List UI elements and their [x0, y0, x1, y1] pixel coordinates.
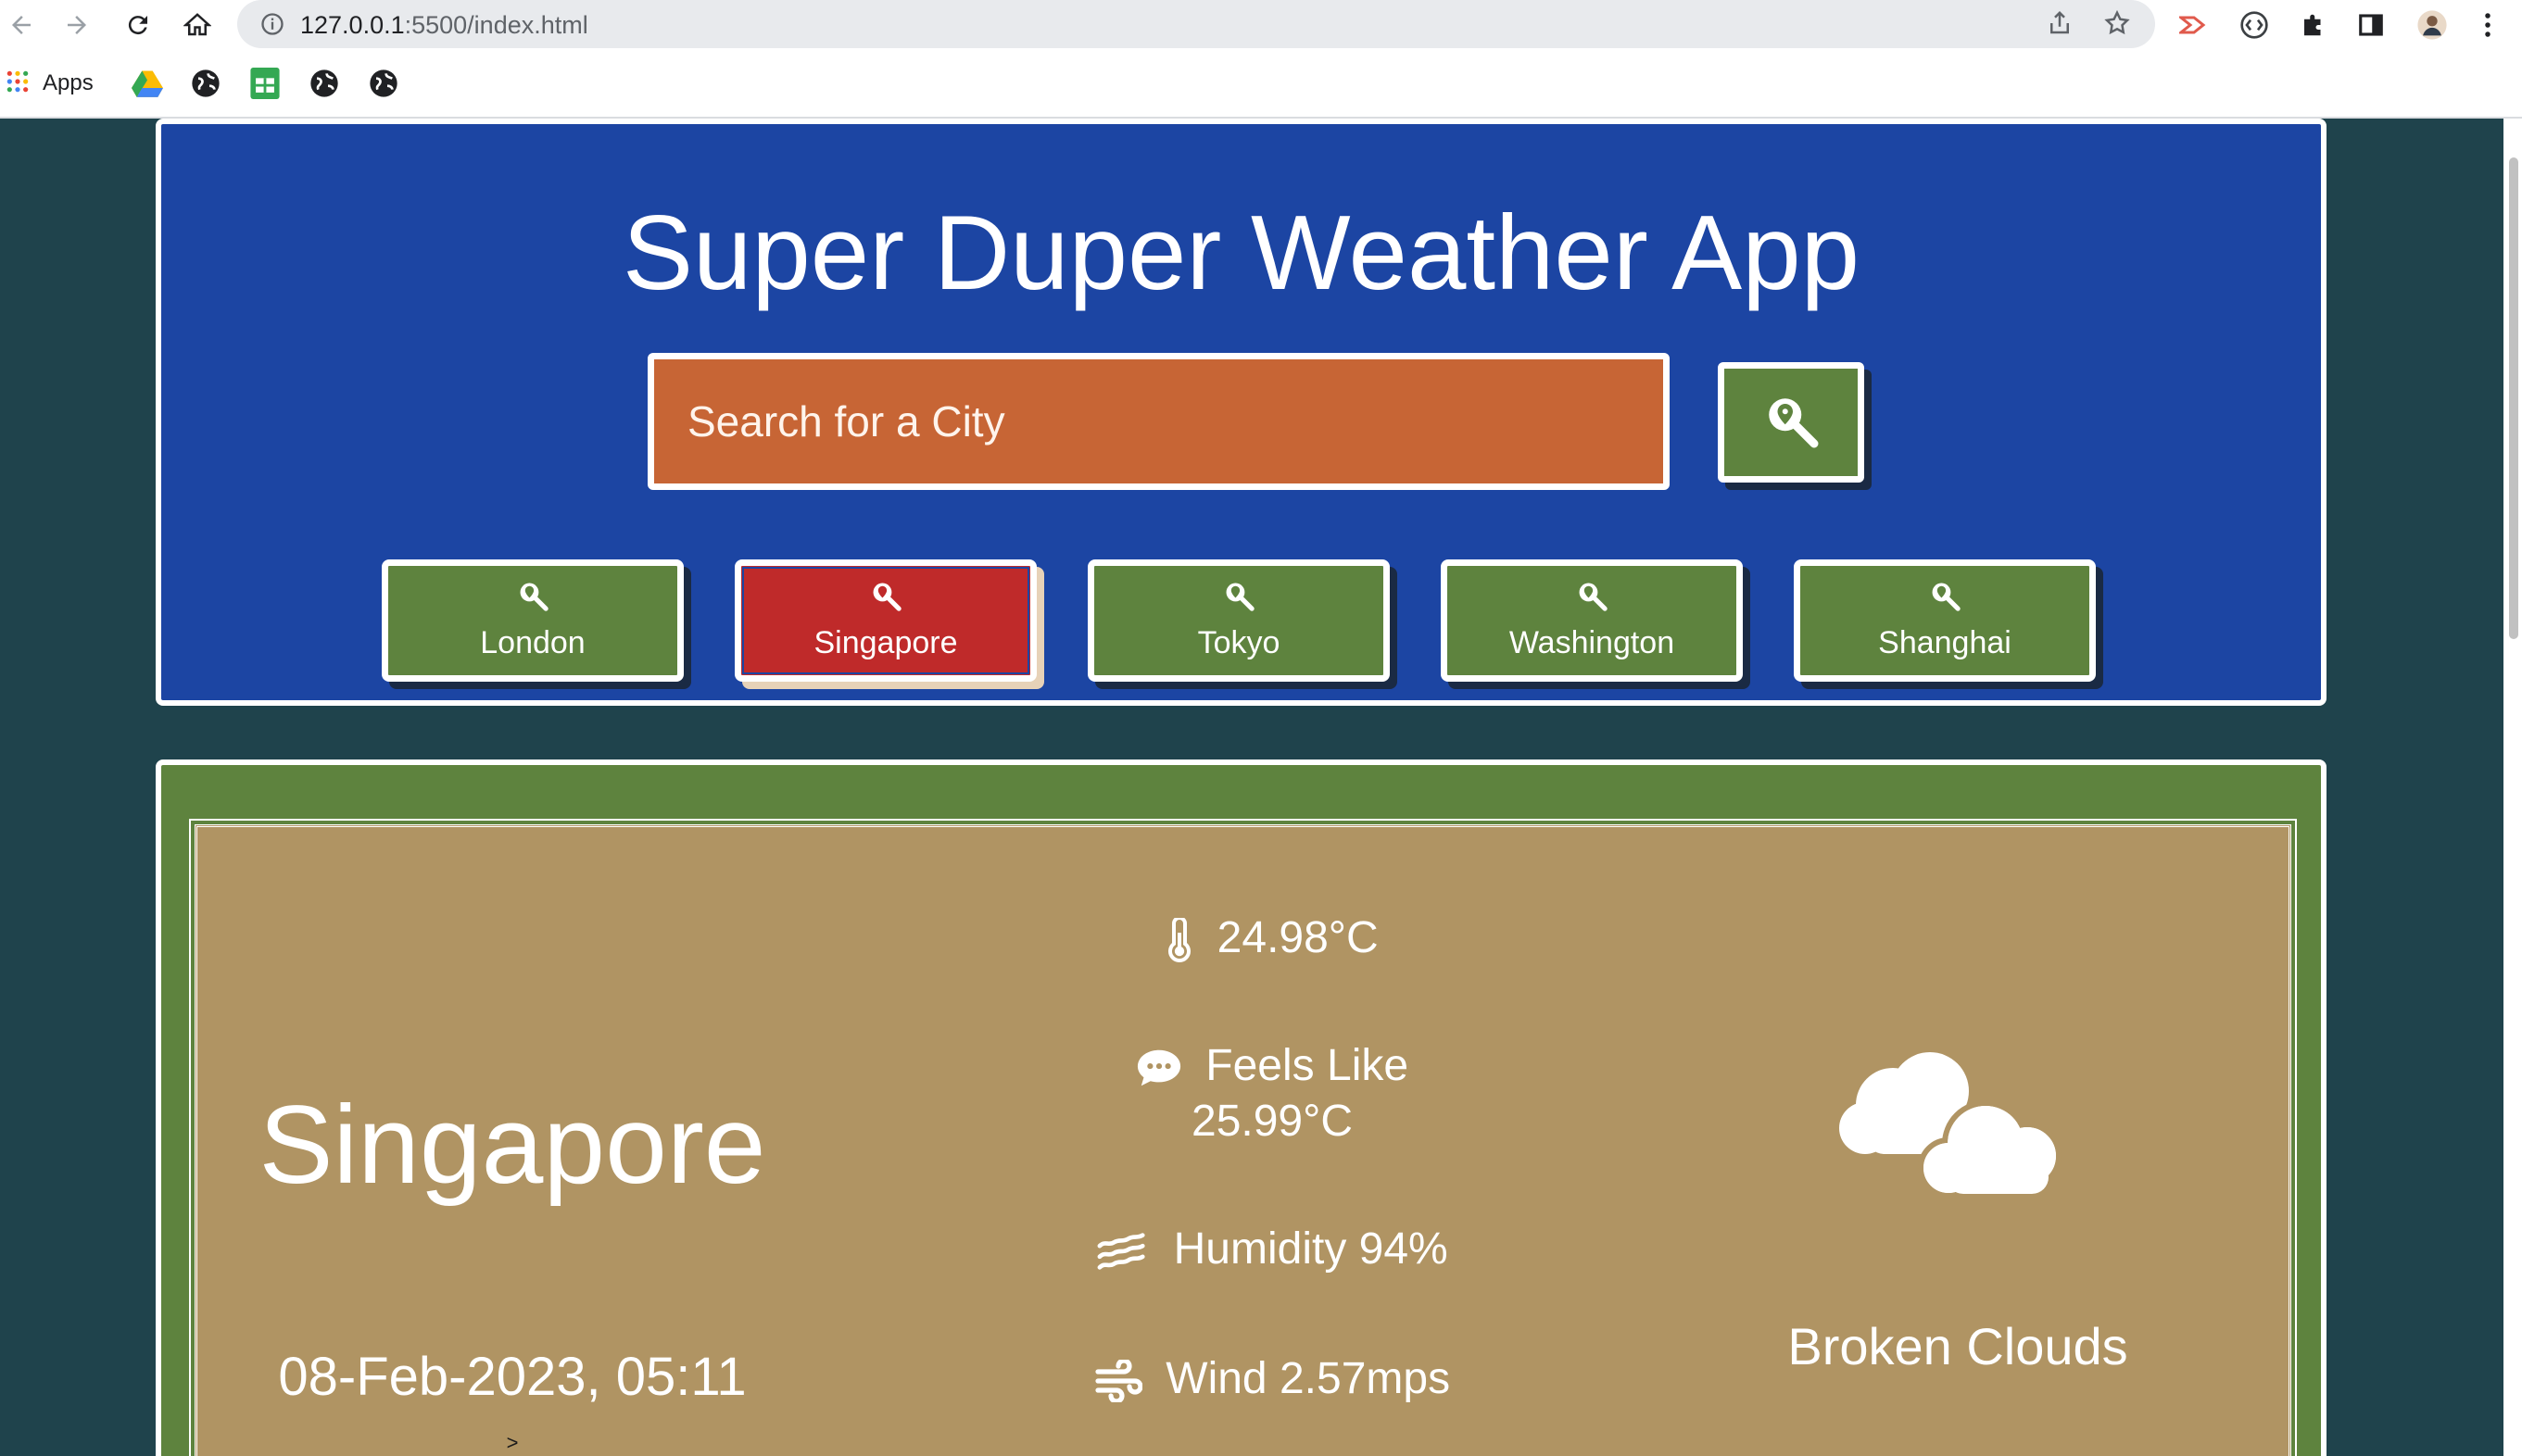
bookmark-apps[interactable]: Apps	[6, 65, 94, 102]
city-button-label: Tokyo	[1197, 625, 1280, 660]
google-drive-icon[interactable]	[132, 65, 163, 102]
city-button-shanghai[interactable]: Shanghai	[1794, 559, 2096, 682]
speech-bubble-icon	[1136, 1041, 1205, 1090]
footnote-mark: >	[506, 1431, 519, 1454]
search-location-icon	[1929, 580, 1961, 616]
city-button-label: London	[480, 625, 586, 660]
site-info-icon[interactable]	[259, 11, 285, 42]
city-search-input[interactable]	[648, 353, 1670, 490]
app-title: Super Duper Weather App	[622, 195, 1860, 312]
address-bar[interactable]: 127.0.0.1:5500/index.html	[237, 0, 2155, 48]
wind-value: Wind 2.57mps	[1166, 1354, 1451, 1403]
profile-avatar[interactable]	[2413, 6, 2452, 44]
search-button[interactable]	[1718, 362, 1864, 483]
humidity-waves-icon	[1096, 1224, 1173, 1274]
reload-icon[interactable]	[119, 6, 158, 44]
city-button-singapore[interactable]: Singapore	[735, 559, 1037, 682]
city-button-label: Shanghai	[1878, 625, 2011, 660]
apps-grid-icon	[6, 69, 30, 98]
globe-icon[interactable]	[369, 65, 398, 102]
temperature-value: 24.98°C	[1217, 913, 1379, 962]
page-scrollbar-thumb[interactable]	[2509, 157, 2518, 639]
city-button-label: Washington	[1508, 625, 1675, 660]
wind-icon	[1094, 1354, 1166, 1404]
extension-arrow-icon[interactable]	[2175, 6, 2214, 44]
humidity-value: Humidity 94%	[1173, 1224, 1448, 1274]
city-button-tokyo[interactable]: Tokyo	[1088, 559, 1390, 682]
weather-panel: Singapore 08-Feb-2023, 05:11 > 24.98°C F…	[156, 759, 2327, 1456]
city-button-london[interactable]: London	[382, 559, 684, 682]
thermometer-icon	[1166, 913, 1217, 963]
url-text: 127.0.0.1:5500/index.html	[300, 11, 588, 39]
feels-like-stat: Feels Like 25.99°C	[994, 1038, 1550, 1149]
globe-icon[interactable]	[191, 65, 221, 102]
menu-kebab-icon[interactable]	[2468, 6, 2507, 44]
date-time: 08-Feb-2023, 05:11	[278, 1347, 747, 1407]
forward-icon[interactable]	[57, 6, 96, 44]
humidity-stat: Humidity 94%	[994, 1222, 1550, 1277]
side-panel-icon[interactable]	[2352, 6, 2390, 44]
city-button-washington[interactable]: Washington	[1441, 559, 1743, 682]
feels-like-value: 25.99°C	[1192, 1097, 1353, 1146]
search-location-icon	[1223, 580, 1255, 616]
search-location-icon	[870, 580, 902, 616]
search-panel: Super Duper Weather App London Singapore…	[156, 119, 2327, 706]
google-sheets-icon[interactable]	[250, 65, 280, 102]
apps-label: Apps	[43, 70, 94, 95]
back-icon[interactable]	[2, 6, 41, 44]
temperature-stat: 24.98°C	[994, 910, 1550, 966]
wind-stat: Wind 2.57mps	[994, 1351, 1550, 1407]
bookmark-star-icon[interactable]	[2103, 9, 2131, 42]
browser-toolbar: 127.0.0.1:5500/index.html	[0, 0, 2522, 50]
search-location-icon	[1763, 393, 1819, 453]
feels-like-label: Feels Like	[1205, 1041, 1409, 1090]
bookmarks-bar: Apps	[0, 50, 2522, 119]
globe-icon[interactable]	[309, 65, 339, 102]
search-location-icon	[1576, 580, 1608, 616]
share-icon[interactable]	[2046, 9, 2074, 42]
weather-card: Singapore 08-Feb-2023, 05:11 > 24.98°C F…	[189, 819, 2297, 1456]
search-location-icon	[517, 580, 549, 616]
home-icon[interactable]	[178, 6, 217, 44]
extension-code-icon[interactable]	[2235, 6, 2274, 44]
city-name: Singapore	[259, 1083, 766, 1207]
extensions-puzzle-icon[interactable]	[2294, 6, 2333, 44]
broken-clouds-icon	[1837, 1040, 2078, 1211]
weather-condition: Broken Clouds	[1787, 1317, 2128, 1375]
city-button-label: Singapore	[813, 625, 958, 660]
